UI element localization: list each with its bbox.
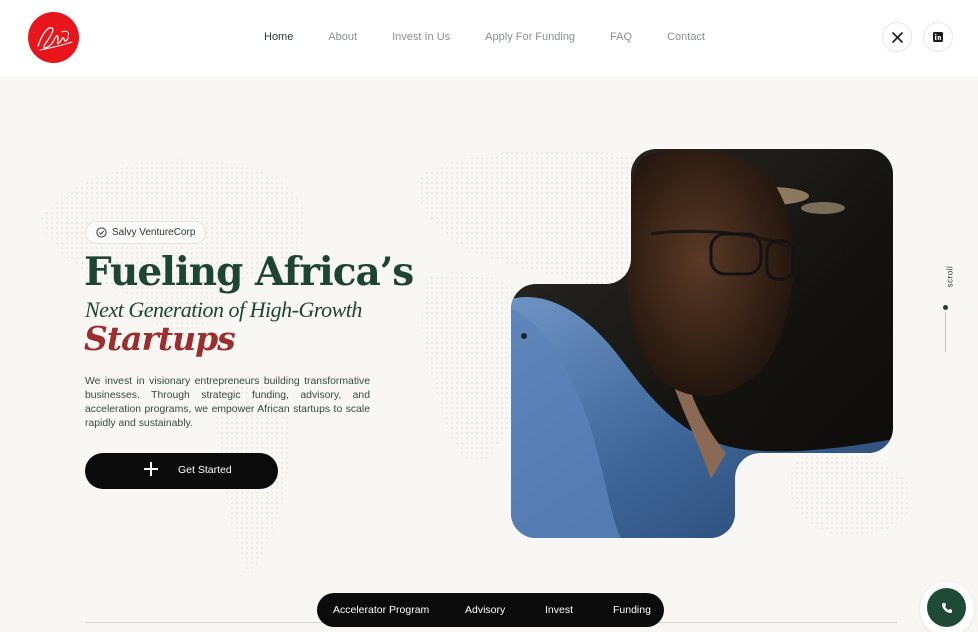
x-twitter-icon — [891, 31, 903, 43]
call-button-inner — [927, 588, 966, 627]
get-started-button[interactable]: Get Started — [85, 453, 278, 489]
program-pill-nav: Accelerator Program Advisory Invest Fund… — [317, 593, 664, 627]
nav-home[interactable]: Home — [264, 28, 293, 46]
nav-contact[interactable]: Contact — [667, 28, 705, 46]
hero-heading-line1: Fueling Africa’s — [84, 249, 414, 295]
scroll-indicator-track[interactable] — [945, 312, 946, 352]
nav-faq[interactable]: FAQ — [610, 28, 632, 46]
linkedin-icon — [933, 32, 943, 42]
phone-icon — [941, 602, 952, 613]
call-button[interactable] — [920, 582, 974, 632]
linkedin-button[interactable] — [923, 22, 953, 52]
pill-funding[interactable]: Funding — [613, 604, 651, 616]
salvy-signature-logo-icon — [37, 27, 73, 51]
entrepreneur-portrait-photo — [511, 149, 893, 538]
nav-apply-for-funding[interactable]: Apply For Funding — [485, 28, 575, 46]
brand-badge: Salvy VentureCorp — [85, 221, 207, 244]
logo[interactable] — [28, 12, 79, 63]
get-started-label: Get Started — [178, 464, 232, 476]
pill-advisory[interactable]: Advisory — [465, 604, 505, 616]
pill-invest[interactable]: Invest — [545, 604, 573, 616]
brand-badge-label: Salvy VentureCorp — [112, 227, 196, 238]
hero-section: Salvy VentureCorp Fueling Africa’s Next … — [0, 76, 978, 632]
main-nav: Home About Invest In Us Apply For Fundin… — [264, 28, 740, 46]
site-header: Home About Invest In Us Apply For Fundin… — [0, 0, 978, 76]
nav-invest-in-us[interactable]: Invest In Us — [392, 28, 450, 46]
hero-description: We invest in visionary entrepreneurs bui… — [85, 376, 370, 429]
x-twitter-button[interactable] — [882, 22, 912, 52]
hero-heading-line3: Startups — [84, 319, 236, 358]
plus-icon — [143, 461, 159, 477]
check-circle-icon — [96, 227, 107, 238]
nav-about[interactable]: About — [328, 28, 357, 46]
pill-accelerator-program[interactable]: Accelerator Program — [333, 604, 429, 616]
scroll-indicator-dot — [943, 305, 948, 310]
scroll-label: scroll — [945, 265, 955, 288]
